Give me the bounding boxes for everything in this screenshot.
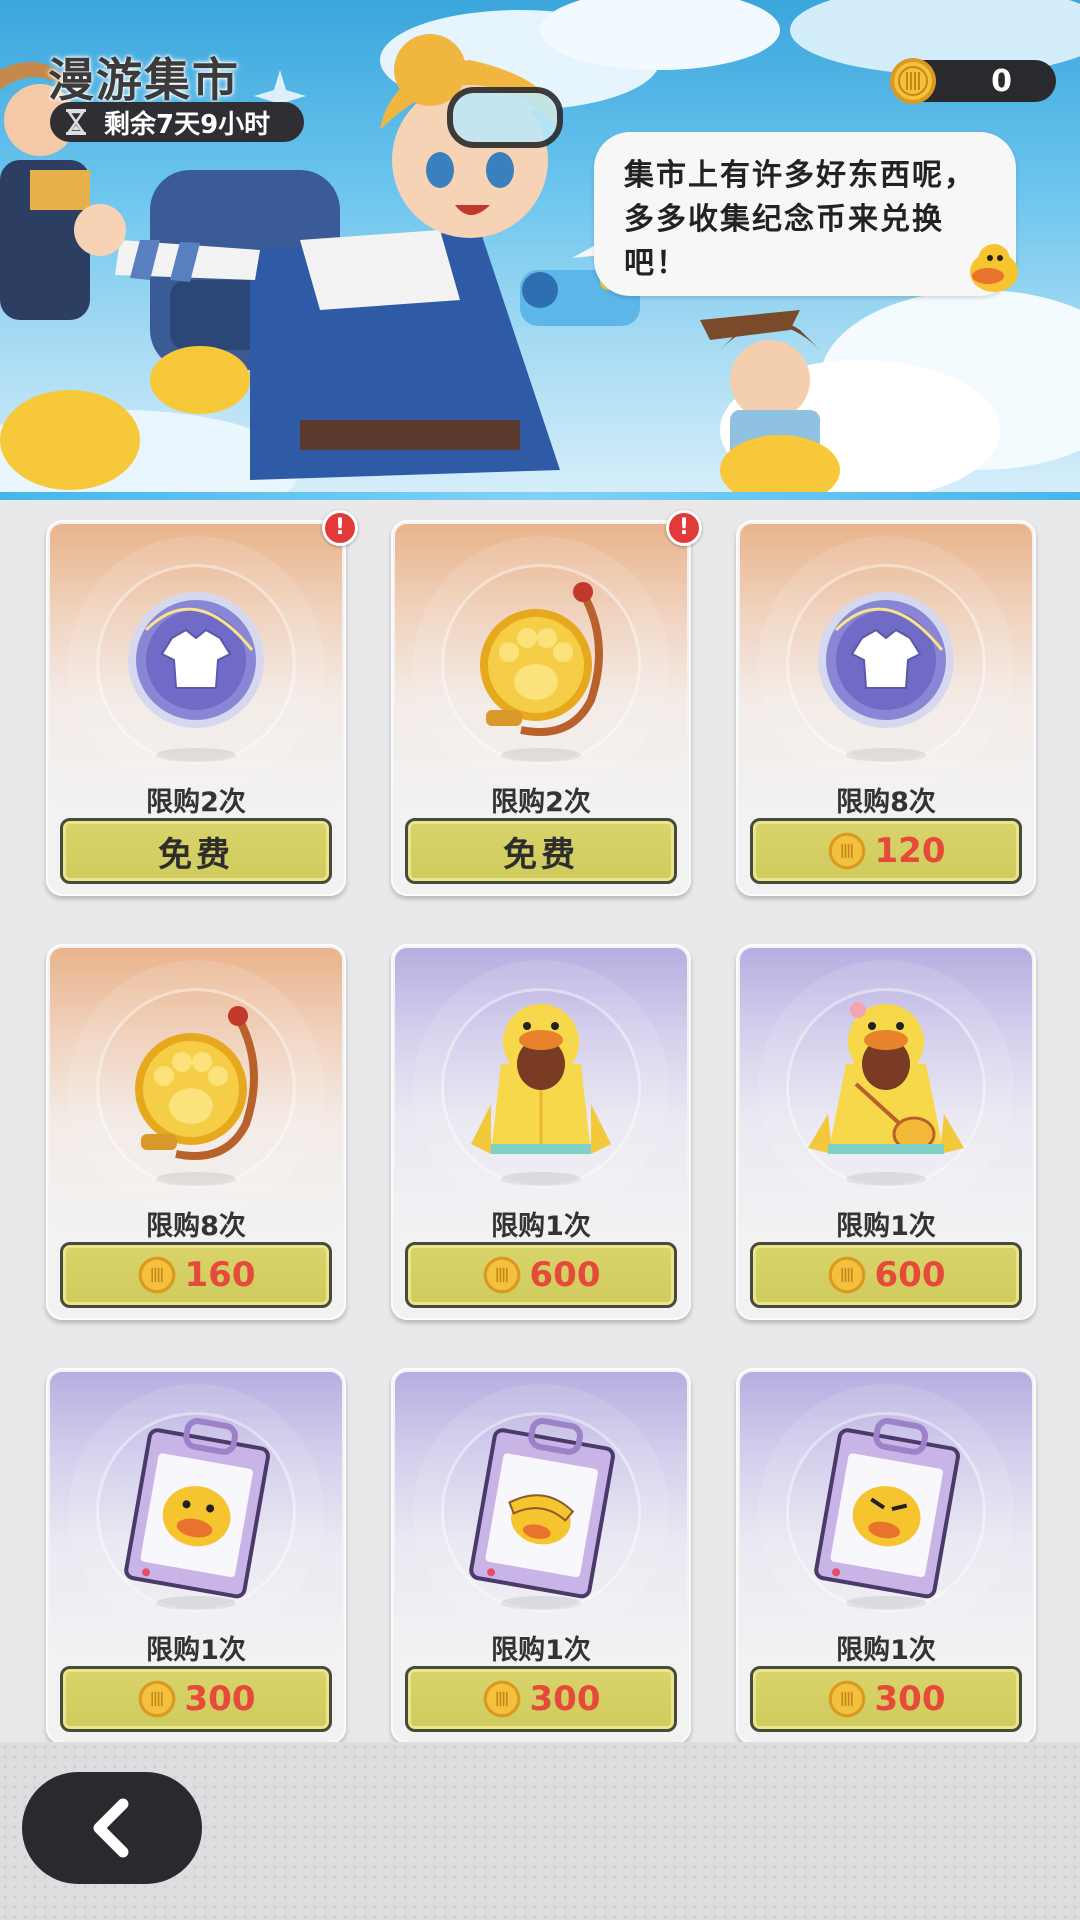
coin-icon <box>828 832 865 870</box>
purchase-limit: 限购1次 <box>836 1635 936 1666</box>
buy-button[interactable]: 600 <box>405 1242 677 1308</box>
tshirt-token-icon <box>128 592 264 728</box>
shop-item-card[interactable]: 限购1次 300 <box>736 1368 1036 1744</box>
coin-icon <box>138 1680 175 1718</box>
price-value: 600 <box>874 1255 946 1295</box>
alert-badge: ! <box>322 510 358 546</box>
price-value: 300 <box>184 1679 256 1719</box>
shop-item-card[interactable]: 限购8次 160 <box>46 944 346 1320</box>
purchase-limit: 限购1次 <box>491 1635 591 1666</box>
shop-item-card[interactable]: 限购8次 120 <box>736 520 1036 896</box>
buy-button[interactable]: 300 <box>60 1666 332 1732</box>
price-value: 120 <box>874 831 946 871</box>
buy-button[interactable]: 120 <box>750 818 1022 884</box>
duck-icon <box>970 244 1018 292</box>
buy-button[interactable]: 免费 <box>60 818 332 884</box>
purchase-limit: 限购8次 <box>146 1211 246 1242</box>
duck-raincoat-bag-icon <box>808 1002 964 1154</box>
coin-balance[interactable]: 0 <box>890 58 1056 104</box>
coin-icon <box>138 1256 175 1294</box>
countdown-timer: 剩余7天9小时 <box>50 102 304 142</box>
coin-icon <box>483 1256 520 1294</box>
paw-medal-icon <box>135 1006 258 1160</box>
banner: 漫游集市 剩余7天9小时 0 集市上有许多好东西呢，多多收集纪念币来兑换吧！ <box>0 0 1080 500</box>
purchase-limit: 限购2次 <box>146 787 246 818</box>
speech-bubble: 集市上有许多好东西呢，多多收集纪念币来兑换吧！ <box>594 132 1018 296</box>
price-value: 300 <box>874 1679 946 1719</box>
shop-item-card[interactable]: 限购1次 300 <box>46 1368 346 1744</box>
shop-item-card[interactable]: 限购2次 免费 <box>46 520 346 896</box>
page-title: 漫游集市 <box>48 53 240 107</box>
buy-button[interactable]: 免费 <box>405 818 677 884</box>
coin-icon <box>828 1256 865 1294</box>
price-value: 600 <box>529 1255 601 1295</box>
duck-sticker-pack-angry-icon <box>814 1418 960 1599</box>
button-label: 免费 <box>158 834 234 875</box>
duck-sticker-pack-hat-icon <box>469 1418 615 1599</box>
duck-raincoat-icon <box>471 1004 611 1154</box>
price-value: 160 <box>184 1255 256 1295</box>
coin-icon <box>890 58 936 104</box>
shop-item-card[interactable]: 限购2次 免费 <box>391 520 691 896</box>
back-button[interactable] <box>22 1772 202 1884</box>
paw-medal-icon <box>480 582 603 736</box>
duck-sticker-pack-icon <box>124 1418 270 1599</box>
button-label: 免费 <box>503 834 579 875</box>
buy-button[interactable]: 300 <box>405 1666 677 1732</box>
coin-icon <box>828 1680 865 1718</box>
alert-badge: ! <box>666 510 702 546</box>
buy-button[interactable]: 600 <box>750 1242 1022 1308</box>
speech-text: 集市上有许多好东西呢，多多收集纪念币来兑换吧！ <box>624 158 976 281</box>
purchase-limit: 限购1次 <box>836 1211 936 1242</box>
buy-button[interactable]: 160 <box>60 1242 332 1308</box>
shop-item-card[interactable]: 限购1次 300 <box>391 1368 691 1744</box>
countdown-text: 剩余7天9小时 <box>104 109 271 140</box>
shop-item-card[interactable]: 限购1次 600 <box>391 944 691 1320</box>
chevron-left-icon <box>93 1798 129 1858</box>
price-value: 300 <box>529 1679 601 1719</box>
banner-divider <box>0 492 1080 500</box>
shop-item-card[interactable]: 限购1次 600 <box>736 944 1036 1320</box>
purchase-limit: 限购2次 <box>491 787 591 818</box>
purchase-limit: 限购8次 <box>836 787 936 818</box>
hourglass-icon <box>66 109 86 135</box>
buy-button[interactable]: 300 <box>750 1666 1022 1732</box>
tshirt-token-icon <box>818 592 954 728</box>
coin-icon <box>483 1680 520 1718</box>
coin-count: 0 <box>991 64 1012 99</box>
purchase-limit: 限购1次 <box>491 1211 591 1242</box>
purchase-limit: 限购1次 <box>146 1635 246 1666</box>
